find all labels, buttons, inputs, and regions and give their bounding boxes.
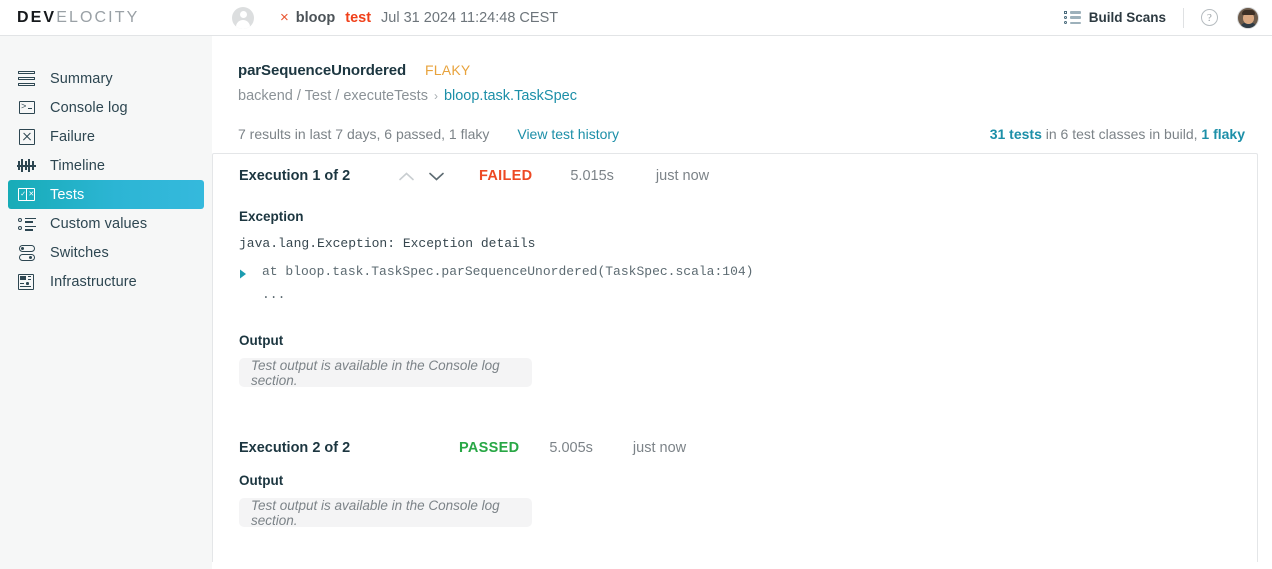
chevron-up-icon[interactable] — [391, 171, 421, 181]
build-failed-x-icon: × — [280, 9, 289, 26]
list-icon — [1063, 10, 1081, 25]
output-placeholder-text: Test output is available in the Console … — [251, 497, 500, 528]
execution-header-row: Execution 2 of 2 PASSED 5.005s just now — [213, 426, 1257, 470]
execution-status: FAILED — [479, 168, 533, 184]
header-divider — [1183, 7, 1184, 28]
sidebar-item-timeline[interactable]: Timeline — [8, 151, 204, 180]
test-header: parSequenceUnordered FLAKY backend / Tes… — [212, 36, 1272, 142]
breadcrumb-class-link[interactable]: bloop.task.TaskSpec — [444, 88, 577, 104]
sidebar-item-label: Timeline — [50, 157, 106, 174]
view-test-history-link[interactable]: View test history — [517, 126, 619, 142]
sidebar-item-label: Infrastructure — [50, 273, 137, 290]
chevron-down-icon[interactable] — [421, 172, 451, 181]
output-placeholder-box: Test output is available in the Console … — [239, 497, 532, 528]
build-timestamp: Jul 31 2024 11:24:48 CEST — [381, 9, 559, 26]
output-placeholder-text: Test output is available in the Console … — [251, 357, 500, 388]
sidebar-item-label: Failure — [50, 128, 96, 145]
execution-title: Execution 1 of 2 — [239, 168, 351, 184]
question-circle-icon[interactable]: ? — [1201, 9, 1218, 26]
chevron-right-icon: › — [433, 89, 438, 103]
output-label: Output — [239, 333, 284, 348]
tests-count-link[interactable]: 31 tests — [990, 126, 1042, 142]
switches-icon — [17, 243, 36, 262]
output-label: Output — [239, 473, 284, 488]
execution-time-ago: just now — [655, 168, 710, 184]
exception-message: java.lang.Exception: Exception details — [239, 236, 536, 251]
output-placeholder-box: Test output is available in the Console … — [239, 357, 532, 388]
title-row: parSequenceUnordered FLAKY — [238, 62, 1246, 79]
timeline-icon — [17, 156, 36, 175]
sidebar-item-label: Switches — [50, 244, 109, 261]
breadcrumb: backend / Test / executeTests › bloop.ta… — [238, 88, 1246, 104]
build-stats-middle: in 6 test classes in build, — [1041, 126, 1202, 142]
avatar[interactable] — [1237, 6, 1259, 29]
execution-time-ago: just now — [632, 440, 687, 456]
project-name[interactable]: bloop — [296, 10, 335, 26]
sidebar-item-infrastructure[interactable]: Infrastructure — [8, 267, 204, 296]
infrastructure-icon — [17, 272, 36, 291]
custom-values-icon — [17, 214, 36, 233]
failure-x-icon — [17, 127, 36, 146]
breadcrumb-path: backend / Test / executeTests — [238, 88, 428, 104]
task-name[interactable]: test — [345, 10, 371, 26]
build-scans-button[interactable]: Build Scans — [1063, 10, 1166, 25]
stack-trace-ellipsis: ... — [262, 287, 286, 302]
user-circle-icon — [232, 6, 254, 29]
expand-triangle-icon[interactable] — [239, 266, 251, 284]
execution-status: PASSED — [459, 440, 520, 456]
sidebar-nav: Summary > Console log Failure Timeline ✓… — [0, 36, 212, 296]
execution-duration: 5.015s — [570, 168, 614, 184]
sidebar-item-label: Tests — [50, 186, 85, 203]
sidebar-item-custom-values[interactable]: Custom values — [8, 209, 204, 238]
page-title: parSequenceUnordered — [238, 62, 407, 79]
build-scans-label: Build Scans — [1088, 10, 1166, 25]
execution-duration: 5.005s — [549, 440, 593, 456]
execution-title: Execution 2 of 2 — [239, 440, 351, 456]
flaky-count-link[interactable]: 1 flaky — [1201, 126, 1245, 142]
exception-label: Exception — [239, 209, 304, 224]
sidebar-item-label: Summary — [50, 70, 113, 87]
results-summary: 7 results in last 7 days, 6 passed, 1 fl… — [238, 126, 490, 142]
header-actions: Build Scans ? — [1063, 0, 1272, 36]
tests-icon: ✓ ✕ — [17, 185, 36, 204]
console-icon: > — [17, 98, 36, 117]
sidebar-item-tests[interactable]: ✓ ✕ Tests — [8, 180, 204, 209]
execution-header-row: Execution 1 of 2 FAILED 5.015s just now — [213, 154, 1257, 198]
app-header: DEV ELOCITY × bloop test Jul 31 2024 11:2… — [0, 0, 1272, 36]
build-identity: × bloop test Jul 31 2024 11:24:48 CEST — [232, 0, 558, 36]
stack-trace-text: at bloop.task.TaskSpec.parSequenceUnorde… — [262, 264, 754, 279]
summary-icon — [17, 69, 36, 88]
sidebar-item-failure[interactable]: Failure — [8, 122, 204, 151]
build-test-stats: 31 tests in 6 test classes in build, 1 f… — [990, 126, 1245, 142]
sidebar-item-switches[interactable]: Switches — [8, 238, 204, 267]
sidebar-item-console-log[interactable]: > Console log — [8, 93, 204, 122]
sidebar-item-summary[interactable]: Summary — [8, 64, 204, 93]
logo-text-bold: DEV — [17, 8, 57, 26]
test-meta-row: 7 results in last 7 days, 6 passed, 1 fl… — [238, 126, 1246, 142]
sidebar-item-label: Custom values — [50, 215, 148, 232]
logo-text-light: ELOCITY — [56, 8, 140, 26]
main-content: parSequenceUnordered FLAKY backend / Tes… — [212, 36, 1272, 569]
sidebar: Summary > Console log Failure Timeline ✓… — [0, 36, 212, 569]
executions-card: Execution 1 of 2 FAILED 5.015s just now … — [212, 153, 1258, 562]
stack-trace-row: at bloop.task.TaskSpec.parSequenceUnorde… — [213, 263, 1257, 284]
status-badge: FLAKY — [425, 62, 471, 78]
app-logo[interactable]: DEV ELOCITY — [0, 0, 212, 36]
sidebar-item-label: Console log — [50, 99, 128, 116]
